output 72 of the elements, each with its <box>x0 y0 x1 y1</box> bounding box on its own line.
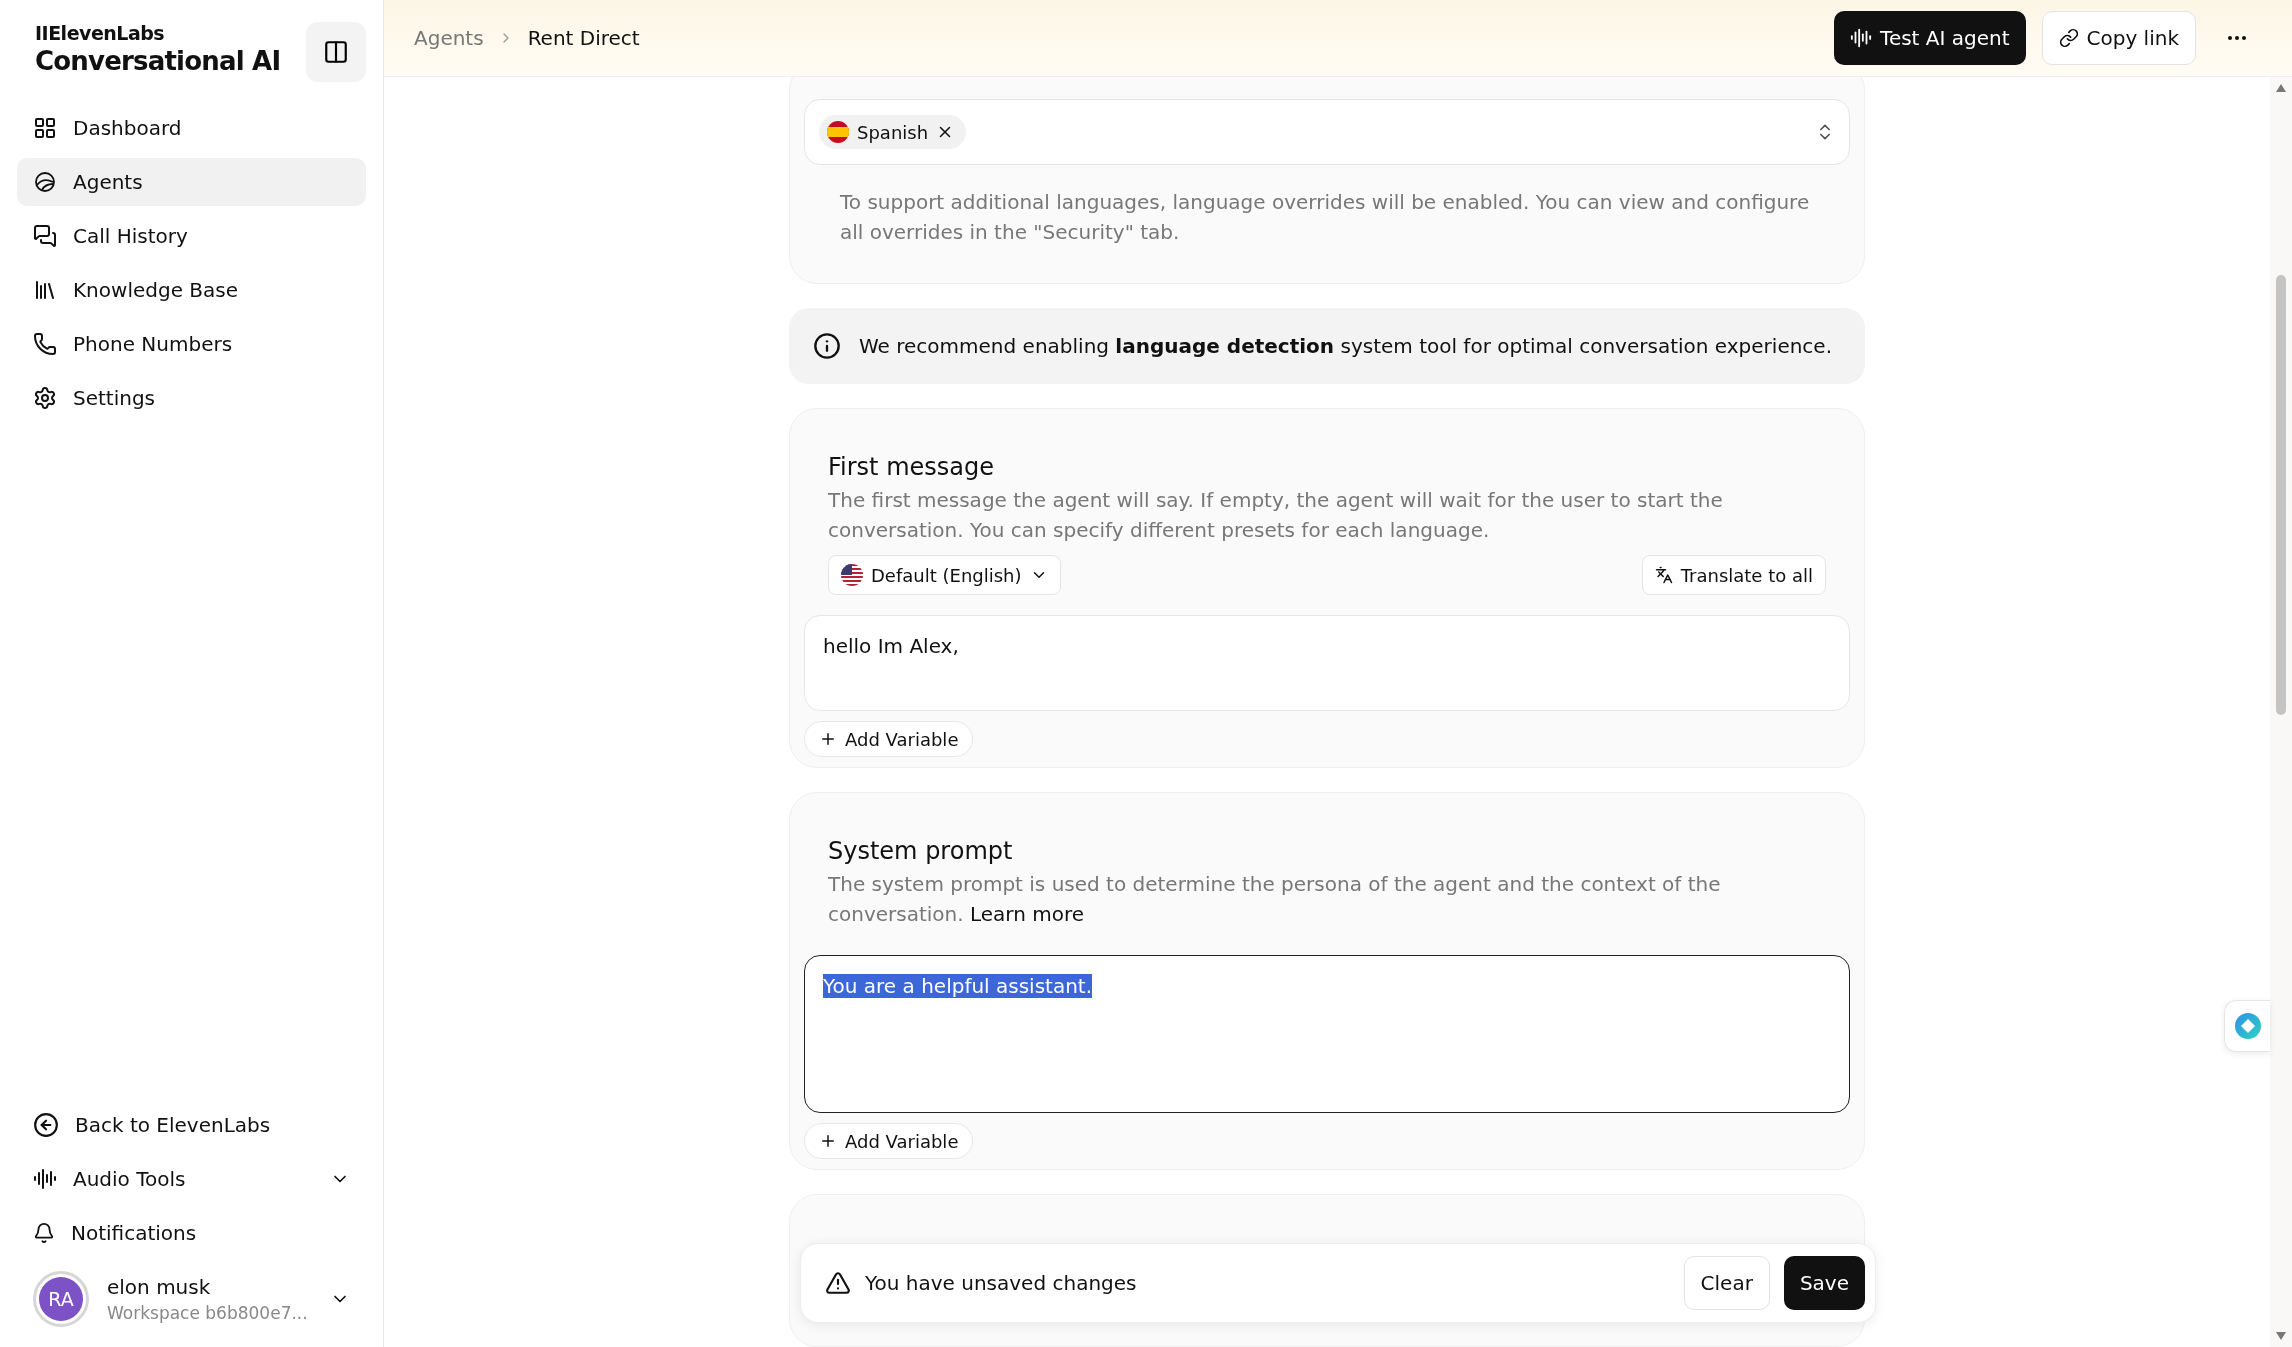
warning-icon <box>825 1270 851 1296</box>
language-select[interactable]: Spanish <box>804 99 1850 165</box>
sidebar-item[interactable]: Agents <box>17 158 366 206</box>
unsaved-message: You have unsaved changes <box>865 1271 1138 1295</box>
plus-icon <box>819 1132 837 1150</box>
add-variable-button[interactable]: Add Variable <box>804 721 974 757</box>
user-name: elon musk <box>107 1275 212 1299</box>
copy-link-button[interactable]: Copy link <box>2041 11 2196 65</box>
breadcrumb: Rent Direct <box>527 26 640 50</box>
scroll-down-arrow-icon[interactable] <box>2275 1331 2287 1341</box>
brand-logo: IIElevenLabs <box>35 22 166 44</box>
dashboard-icon <box>33 116 57 140</box>
sidebar-item-label: Audio Tools <box>73 1167 187 1191</box>
scrollbar[interactable] <box>2270 77 2292 1347</box>
section-title: System prompt <box>828 837 1014 865</box>
sidebar-item[interactable]: Back to ElevenLabs <box>17 1101 366 1149</box>
bell-icon <box>33 1222 55 1244</box>
agent-icon <box>33 170 57 194</box>
sidebar-item-label: Back to ElevenLabs <box>75 1113 272 1137</box>
workspace-name: Workspace b6b800e7... <box>107 1303 309 1323</box>
sidebar-item-label: Phone Numbers <box>73 332 234 356</box>
section-title: First message <box>828 453 995 481</box>
help-text: To support additional languages, language overrides will be enabled. You can view and configure all overrides in the "Security" tab. <box>840 189 1811 246</box>
audio-lines-icon <box>33 1167 57 1191</box>
back-icon <box>33 1112 59 1138</box>
save-button[interactable]: Save <box>1783 1256 1865 1310</box>
scrollbar-thumb[interactable] <box>2276 275 2286 715</box>
language-dropdown[interactable]: Default (English) <box>828 555 1061 595</box>
message-field[interactable]: You are a helpful assistant. <box>804 955 1850 1113</box>
audio-lines-icon <box>1850 27 1873 49</box>
phone-icon <box>33 332 57 356</box>
message-field[interactable]: hello Im Alex, <box>804 615 1850 711</box>
translate-button[interactable]: Translate to all <box>1641 555 1826 595</box>
sidebar-item[interactable]: Knowledge Base <box>17 266 366 314</box>
assistant-button[interactable] <box>2224 1000 2270 1052</box>
sidebar-item[interactable]: Audio Tools <box>17 1155 366 1203</box>
chat-icon <box>33 224 57 248</box>
sidebar-item-label: Settings <box>73 386 157 410</box>
assistant-logo-icon <box>2233 1012 2262 1040</box>
sidebar-item-label: Knowledge Base <box>73 278 239 302</box>
add-variable-button[interactable]: Add Variable <box>804 1123 974 1159</box>
scroll-up-arrow-icon[interactable] <box>2275 83 2287 93</box>
clear-button[interactable]: Clear <box>1683 1256 1770 1310</box>
test-agent-button[interactable]: Test AI agent <box>1834 11 2026 65</box>
sidebar-item-label: Notifications <box>71 1221 198 1245</box>
translate-icon <box>1654 566 1673 584</box>
sidebar-toggle-button[interactable] <box>306 22 366 82</box>
notice-text: We recommend enabling language detection system tool for optimal conversation experience. <box>859 334 1833 358</box>
more-icon <box>2228 36 2246 40</box>
sidebar-item[interactable]: Notifications <box>17 1209 366 1257</box>
section-description: The first message the agent will say. If empty, the agent will wait for the user to start the conversation. You can specify different presets for each language. <box>828 487 1724 544</box>
info-icon <box>813 332 841 360</box>
learn-more-link[interactable]: Learn more <box>970 902 1085 926</box>
sidebar-item[interactable]: Phone Numbers <box>17 320 366 368</box>
sidebar-item[interactable]: Dashboard <box>17 104 366 152</box>
link-icon <box>2058 28 2079 48</box>
flag-icon <box>841 564 863 586</box>
sidebar-item[interactable]: Call History <box>17 212 366 260</box>
sidebar-item-label: Agents <box>73 170 144 194</box>
avatar[interactable]: RA <box>33 1271 89 1327</box>
section-description: The system prompt is used to determine the persona of the agent and the context of the conversation. Learn more <box>828 871 1722 928</box>
library-icon <box>33 278 57 302</box>
sidebar-item-label: Dashboard <box>73 116 183 140</box>
sidebar-item[interactable]: Settings <box>17 374 366 422</box>
panel-icon <box>323 39 349 65</box>
plus-icon <box>819 730 837 748</box>
breadcrumb[interactable]: Agents <box>414 26 484 50</box>
product-title: Conversational AI <box>35 46 281 76</box>
flag-icon <box>827 121 849 143</box>
tag-label: Spanish <box>857 121 929 143</box>
sidebar-item-label: Call History <box>73 224 189 248</box>
settings-icon <box>33 386 57 410</box>
